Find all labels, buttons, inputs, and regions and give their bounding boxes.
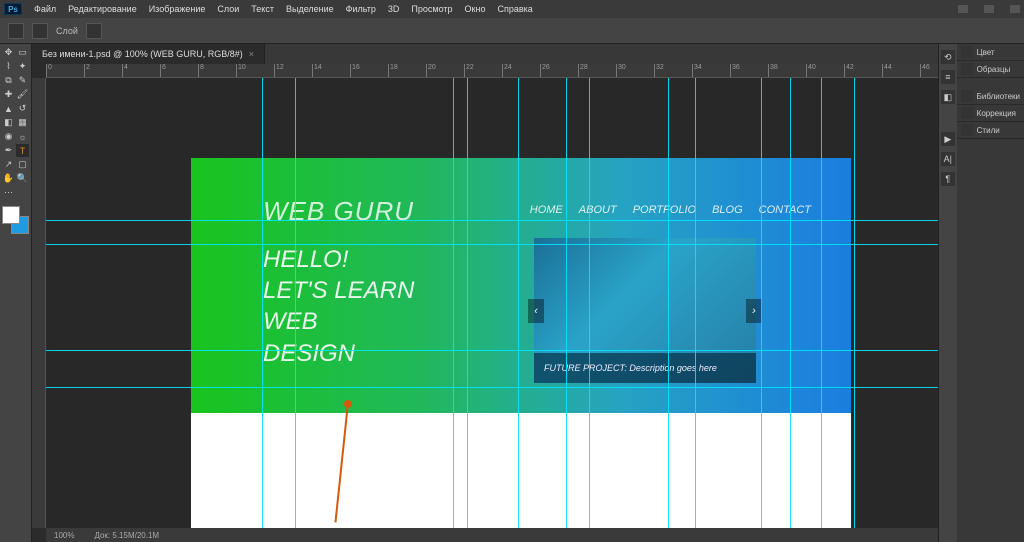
move-tool-icon [8,23,24,39]
close-button[interactable] [1010,5,1020,13]
tagline-1: HELLO! [263,244,414,275]
tagline-2: LET'S LEARN [263,275,414,306]
layer-dropdown[interactable]: Слой [56,26,78,36]
shape-tool[interactable]: ▢ [16,158,29,171]
nav-about: ABOUT [579,204,617,216]
move-tool[interactable]: ✥ [2,46,15,59]
slider-next-icon: › [746,299,762,323]
hand-tool[interactable]: ✋ [2,172,15,185]
minimize-button[interactable] [958,5,968,13]
menu-layer[interactable]: Слои [217,4,239,14]
menu-filter[interactable]: Фильтр [346,4,376,14]
menu-3d[interactable]: 3D [388,4,400,14]
nav-portfolio: PORTFOLIO [633,204,696,216]
play-icon[interactable]: ▶ [941,132,955,146]
artboard: WEB GURU HOME ABOUT PORTFOLIO BLOG CONTA… [191,158,851,528]
blur-tool[interactable]: ◉ [2,130,15,143]
pen-tool[interactable]: ✒ [2,144,15,157]
menu-edit[interactable]: Редактирование [68,4,137,14]
nav-home: HOME [530,204,563,216]
path-tool[interactable]: ↗ [2,158,15,171]
zoom-level[interactable]: 100% [54,531,74,540]
menu-view[interactable]: Просмотр [411,4,452,14]
lasso-tool[interactable]: ⌇ [2,60,15,73]
menu-file[interactable]: Файл [34,4,56,14]
heal-tool[interactable]: ✚ [2,88,15,101]
eyedropper-tool[interactable]: ✎ [16,74,29,87]
slider: ‹ › FUTURE PROJECT: Description goes her… [534,238,756,383]
marquee-tool[interactable]: ▭ [16,46,29,59]
slider-prev-icon: ‹ [528,299,544,323]
panel-adjustments[interactable]: Коррекция [957,105,1024,122]
tools-panel: ✥ ▭ ⌇ ✦ ⧉ ✎ ✚ 🖌 ▲ ↺ ◧ ▦ ◉ ☼ ✒ T ↗ ▢ ✋ 🔍 … [0,44,32,542]
wand-tool[interactable]: ✦ [16,60,29,73]
app-logo: Ps [4,3,22,15]
right-panels: ⟲ ≡ ◧ ▶ A| ¶ Цвет Образцы Библиотеки Кор… [938,44,1024,542]
para-icon[interactable]: ¶ [941,172,955,186]
gradient-tool[interactable]: ▦ [16,116,29,129]
char-icon[interactable]: A| [941,152,955,166]
tagline-4: DESIGN [263,338,414,369]
menu-help[interactable]: Справка [497,4,532,14]
libraries-panel-icon [961,90,973,102]
menu-type[interactable]: Текст [251,4,274,14]
type-tool[interactable]: T [16,144,29,157]
panel-swatches[interactable]: Образцы [957,61,1024,78]
canvas-viewport[interactable]: WEB GURU HOME ABOUT PORTFOLIO BLOG CONTA… [46,78,938,528]
slider-caption: FUTURE PROJECT: Description goes here [534,353,756,383]
maximize-button[interactable] [984,5,994,13]
document-tab[interactable]: Без имени-1.psd @ 100% (WEB GURU, RGB/8#… [32,44,265,64]
menubar: Ps Файл Редактирование Изображение Слои … [0,0,1024,18]
brand-text: WEB GURU [263,196,414,227]
autoselect-checkbox[interactable] [32,23,48,39]
eraser-tool[interactable]: ◧ [2,116,15,129]
color-panel-icon [961,46,973,58]
hero-section: WEB GURU HOME ABOUT PORTFOLIO BLOG CONTA… [191,158,851,413]
panel-color[interactable]: Цвет [957,44,1024,61]
menu-select[interactable]: Выделение [286,4,334,14]
horizontal-ruler: 0246810121416182022242628303234363840424… [46,64,938,78]
nav-blog: BLOG [712,204,743,216]
panel-libraries[interactable]: Библиотеки [957,88,1024,105]
tagline: HELLO! LET'S LEARN WEB DESIGN [263,244,414,369]
adjustments-panel-icon [961,107,973,119]
zoom-tool[interactable]: 🔍 [16,172,29,185]
color-swatches[interactable] [2,206,29,234]
status-bar: 100% Док: 5.15M/20.1M [46,528,938,542]
tab-title: Без имени-1.psd @ 100% (WEB GURU, RGB/8#… [42,49,243,59]
edit-toolbar[interactable]: ⋯ [2,186,15,199]
transform-controls-checkbox[interactable] [86,23,102,39]
history-brush-tool[interactable]: ↺ [16,102,29,115]
stamp-tool[interactable]: ▲ [2,102,15,115]
history-icon[interactable]: ⟲ [941,50,955,64]
document-tabs: Без имени-1.psd @ 100% (WEB GURU, RGB/8#… [32,44,938,64]
styles-panel-icon [961,124,973,136]
tagline-3: WEB [263,306,414,337]
panel-styles[interactable]: Стили [957,122,1024,139]
nav-links: HOME ABOUT PORTFOLIO BLOG CONTACT [530,204,811,216]
tab-close-icon[interactable]: × [249,49,254,59]
layers-icon[interactable]: ◧ [941,90,955,104]
menu-window[interactable]: Окно [465,4,486,14]
guide-vertical[interactable] [854,78,855,528]
menu-image[interactable]: Изображение [149,4,206,14]
brush-tool[interactable]: 🖌 [16,88,29,101]
dodge-tool[interactable]: ☼ [16,130,29,143]
vertical-ruler [32,78,46,528]
foreground-color[interactable] [2,206,20,224]
swatches-panel-icon [961,63,973,75]
properties-icon[interactable]: ≡ [941,70,955,84]
crop-tool[interactable]: ⧉ [2,74,15,87]
options-bar: Слой [0,18,1024,44]
nav-contact: CONTACT [759,204,811,216]
doc-size: Док: 5.15M/20.1M [94,531,159,540]
